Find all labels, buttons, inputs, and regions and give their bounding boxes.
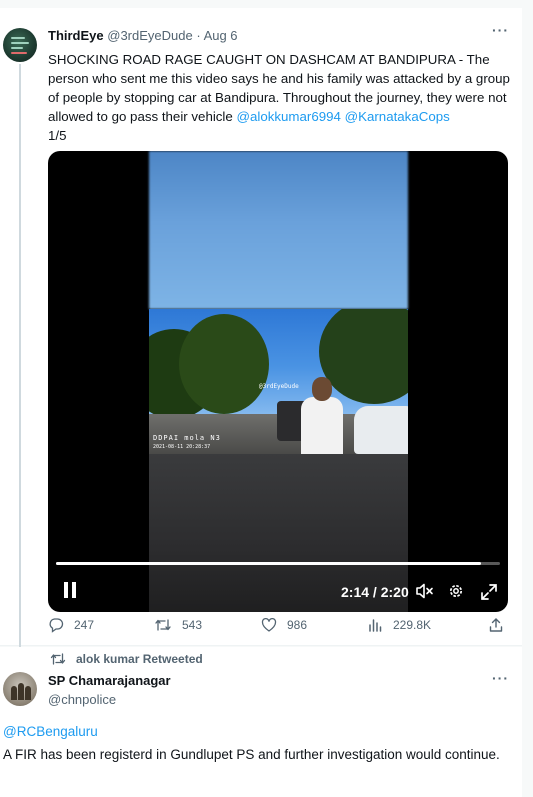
mute-button[interactable]	[416, 583, 434, 599]
time-separator: /	[369, 584, 381, 600]
retweet-context: alok kumar Retweeted	[50, 652, 203, 666]
avatar-detail	[11, 42, 29, 44]
retweeted-by-label[interactable]: alok kumar Retweeted	[76, 652, 203, 666]
muted-speaker-icon	[416, 583, 433, 599]
vehicle	[354, 406, 408, 454]
avatar-detail	[25, 686, 31, 700]
video-current-time: 2:14	[341, 584, 370, 600]
person	[301, 397, 343, 454]
mention-link[interactable]: @KarnatakaCops	[345, 109, 450, 124]
like-button[interactable]: 986	[261, 614, 307, 636]
retweet-icon	[155, 619, 171, 631]
thread-line	[19, 64, 21, 648]
dashcam-datetime-stamp: 2021-08-11 20:28:37	[153, 444, 211, 450]
avatar[interactable]	[3, 28, 37, 62]
reply-button[interactable]: 247	[48, 614, 94, 636]
avatar-detail	[11, 47, 23, 49]
heart-icon	[261, 617, 277, 632]
reply-count: 247	[74, 618, 95, 632]
video-blur-top	[149, 151, 408, 309]
video-watermark: @3rdEyeDude	[259, 383, 299, 390]
more-options-button[interactable]: ···	[492, 670, 509, 686]
thread-counter: 1/5	[48, 128, 67, 143]
mention-link[interactable]: @RCBengaluru	[3, 724, 98, 739]
tweet-date[interactable]: Aug 6	[204, 28, 238, 43]
view-count: 229.8K	[393, 618, 432, 632]
avatar-detail	[11, 686, 17, 700]
pause-icon	[72, 582, 76, 598]
mention-link[interactable]: @alokkumar6994	[236, 109, 340, 124]
expand-icon	[481, 584, 497, 600]
tweet-header: ThirdEye @3rdEyeDude · Aug 6	[48, 28, 238, 43]
fullscreen-button[interactable]	[480, 583, 498, 601]
avatar-detail	[11, 52, 27, 54]
display-name[interactable]: SP Chamarajanagar	[48, 673, 171, 688]
tree	[319, 309, 408, 404]
tweet-actions: 247 543 986 229.8K	[48, 614, 508, 636]
analytics-icon	[369, 619, 382, 632]
video-player[interactable]: @3rdEyeDude DDPAI mola N3 2021-08-11 20:…	[48, 151, 508, 612]
video-frame: @3rdEyeDude DDPAI mola N3 2021-08-11 20:…	[149, 309, 408, 454]
gear-icon	[449, 584, 463, 598]
share-button[interactable]	[488, 614, 514, 636]
tweet-text: A FIR has been registerd in Gundlupet PS…	[3, 747, 500, 762]
separator: ·	[192, 28, 204, 43]
tweet-card[interactable]	[0, 647, 522, 797]
handle[interactable]: @3rdEyeDude	[107, 28, 192, 43]
avatar[interactable]	[3, 672, 37, 706]
person-head	[312, 377, 332, 401]
video-progress-bar[interactable]	[56, 562, 500, 565]
retweet-count: 543	[182, 618, 203, 632]
handle[interactable]: @chnpolice	[48, 692, 116, 707]
tree	[179, 314, 269, 414]
display-name[interactable]: ThirdEye	[48, 28, 104, 43]
avatar-detail	[11, 37, 25, 39]
reply-icon	[49, 618, 64, 633]
video-timestamp: 2:14 / 2:20	[341, 584, 409, 600]
dashcam-brand-stamp: DDPAI mola N3	[153, 434, 221, 442]
share-icon	[489, 618, 503, 632]
pause-button[interactable]	[63, 582, 77, 598]
tweet-text: SHOCKING ROAD RAGE CAUGHT ON DASHCAM AT …	[48, 50, 514, 145]
tweet-card[interactable]: ThirdEye @3rdEyeDude · Aug 6 ··· SHOCKIN…	[0, 8, 522, 648]
retweet-icon	[50, 653, 66, 665]
pause-icon	[64, 582, 68, 598]
video-duration: 2:20	[380, 584, 409, 600]
views-button[interactable]: 229.8K	[367, 614, 431, 636]
video-progress-fill	[56, 562, 481, 565]
retweet-button[interactable]: 543	[154, 614, 202, 636]
like-count: 986	[287, 618, 308, 632]
more-options-button[interactable]: ···	[492, 22, 509, 38]
page-gutter	[522, 0, 533, 797]
settings-button[interactable]	[448, 583, 464, 599]
avatar-detail	[18, 683, 24, 700]
